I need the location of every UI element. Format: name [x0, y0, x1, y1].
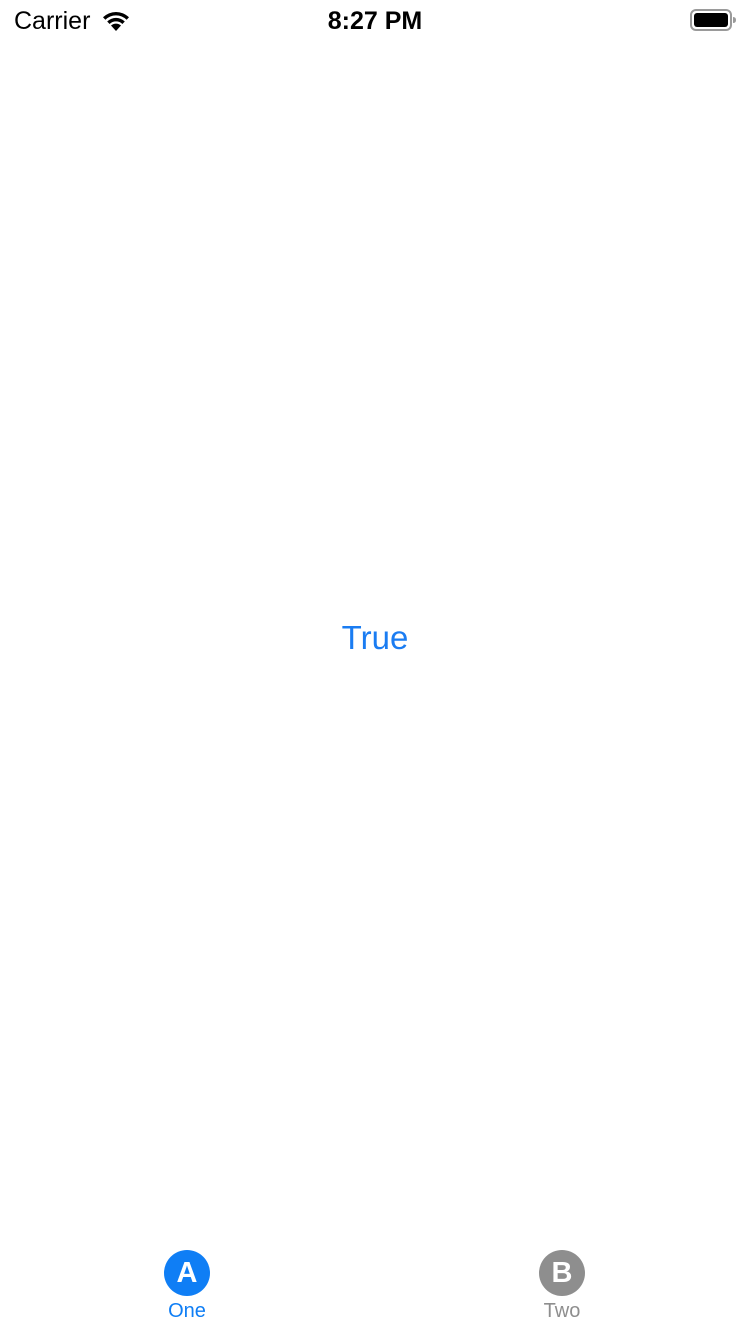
a-circle-icon: A — [164, 1250, 210, 1296]
b-circle-icon: B — [539, 1250, 585, 1296]
tab-two-label: Two — [543, 1300, 581, 1322]
status-time: 8:27 PM — [327, 7, 423, 35]
tab-one-label: One — [168, 1300, 206, 1322]
tab-two-icon-letter: B — [551, 1256, 573, 1289]
app-screen: Carrier 8:27 PM True A One B Two — [0, 0, 750, 1334]
tab-one[interactable]: A One — [87, 1250, 287, 1334]
true-label[interactable]: True — [0, 616, 750, 660]
tab-two[interactable]: B Two — [462, 1250, 662, 1334]
tab-bar: A One B Two — [0, 1236, 750, 1334]
status-bar: Carrier 8:27 PM — [0, 0, 750, 40]
battery-icon — [690, 9, 736, 31]
tab-one-icon-letter: A — [176, 1256, 198, 1289]
